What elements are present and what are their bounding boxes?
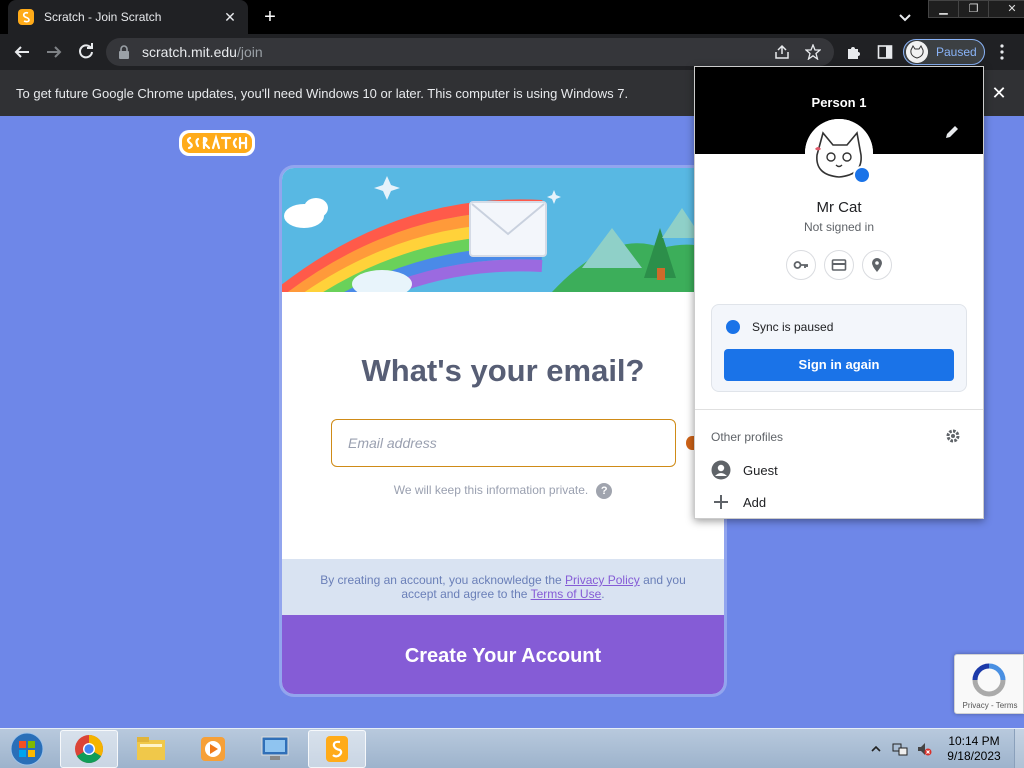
- remote-desktop-icon: [261, 736, 289, 760]
- recaptcha-badge[interactable]: Privacy - Terms: [954, 654, 1024, 714]
- start-button[interactable]: [4, 730, 50, 768]
- tab-close-icon[interactable]: ✕: [222, 9, 238, 25]
- network-icon[interactable]: [892, 741, 908, 757]
- taskbar-scratch-app[interactable]: [308, 730, 366, 768]
- terms-of-use-link[interactable]: Terms of Use: [531, 587, 602, 601]
- sync-paused-icon: [726, 320, 740, 334]
- restore-button[interactable]: ❐: [959, 1, 989, 18]
- scratch-logo[interactable]: [178, 128, 258, 158]
- tray-overflow-icon[interactable]: [868, 741, 884, 757]
- taskbar-remote-desktop[interactable]: [246, 730, 304, 768]
- forward-arrow-icon: [47, 46, 62, 58]
- profile-guest-label: Guest: [743, 462, 778, 478]
- passwords-key-icon[interactable]: [786, 250, 816, 280]
- windows-orb-icon: [10, 732, 44, 766]
- new-tab-button[interactable]: +: [258, 6, 282, 28]
- profile-guest-item[interactable]: Guest: [711, 458, 971, 482]
- volume-muted-icon[interactable]: [916, 741, 932, 757]
- browser-toolbar: scratch.mit.edu/join Paused: [0, 34, 1024, 70]
- taskbar-file-explorer[interactable]: [122, 730, 180, 768]
- reload-icon: [79, 43, 93, 59]
- addresses-location-icon[interactable]: [862, 250, 892, 280]
- help-question-icon[interactable]: ?: [596, 483, 613, 499]
- terms-notice: By creating an account, you acknowledge …: [282, 559, 724, 615]
- profile-add-label: Add: [743, 494, 767, 510]
- scratch-app-icon: [326, 736, 348, 762]
- plus-icon: [711, 492, 731, 512]
- recaptcha-footer[interactable]: Privacy - Terms: [955, 701, 1024, 710]
- sign-in-again-button[interactable]: Sign in again: [724, 349, 954, 381]
- rainbow-envelope-banner: [282, 168, 724, 357]
- tab-scratch-join[interactable]: Scratch - Join Scratch ✕: [8, 0, 248, 34]
- url-path: /join: [236, 44, 263, 60]
- forward-button[interactable]: [42, 40, 66, 64]
- reload-button[interactable]: [74, 40, 98, 64]
- infobar-message: To get future Google Chrome updates, you…: [16, 86, 629, 101]
- tab-strip: Scratch - Join Scratch ✕ + ▁ ❐ ✕: [0, 0, 1024, 34]
- taskbar-media-player[interactable]: [184, 730, 242, 768]
- email-step: What's your email? We will keep this inf…: [282, 297, 724, 559]
- join-card: What's your email? We will keep this inf…: [282, 168, 724, 694]
- share-icon[interactable]: [772, 42, 792, 62]
- profile-menu-divider: [695, 409, 983, 410]
- clock-time: 10:14 PM: [948, 734, 1000, 748]
- terms-suffix: .: [601, 587, 605, 601]
- taskbar-clock[interactable]: 10:14 PM 9/18/2023: [940, 734, 1008, 764]
- email-input[interactable]: [331, 419, 676, 467]
- file-explorer-icon: [137, 737, 165, 760]
- sync-paused-box: Sync is paused Sign in again: [711, 304, 967, 392]
- other-profiles-label: Other profiles: [711, 430, 784, 444]
- address-bar[interactable]: scratch.mit.edu/join: [106, 38, 834, 66]
- privacy-note: We will keep this information private.?: [282, 483, 724, 499]
- profile-menu-popup: Person 1 Mr Cat Not signed in Sync is pa…: [694, 66, 984, 519]
- manage-profiles-gear-icon[interactable]: [945, 428, 961, 444]
- minimize-button[interactable]: ▁: [929, 1, 959, 18]
- profile-title: Person 1: [811, 95, 867, 110]
- scratch-favicon-icon: [18, 9, 34, 25]
- media-player-icon: [201, 737, 225, 761]
- chrome-icon: [75, 735, 103, 763]
- person-circle-icon: [711, 460, 731, 480]
- show-desktop-button[interactable]: [1014, 729, 1024, 768]
- profile-signin-status: Not signed in: [803, 220, 875, 234]
- recaptcha-icon: [972, 663, 1006, 697]
- bookmark-star-icon[interactable]: [803, 42, 823, 62]
- payment-card-icon[interactable]: [824, 250, 854, 280]
- sync-status-text: Sync is paused: [752, 320, 834, 334]
- back-arrow-icon: [14, 46, 29, 58]
- profile-paused-label: Paused: [936, 45, 977, 59]
- tab-search-chevron-icon[interactable]: [896, 8, 914, 26]
- profile-user-name: Mr Cat: [816, 199, 862, 216]
- chrome-menu-icon[interactable]: [992, 42, 1012, 62]
- infobar-close-icon[interactable]: ✕: [990, 84, 1008, 102]
- edit-pencil-icon[interactable]: [943, 123, 961, 141]
- terms-prefix: By creating an account, you acknowledge …: [320, 573, 566, 587]
- create-account-button[interactable]: Create Your Account: [282, 615, 724, 694]
- profile-button[interactable]: Paused: [903, 39, 985, 65]
- profile-add-item[interactable]: Add: [711, 490, 971, 514]
- tab-title: Scratch - Join Scratch: [44, 10, 162, 24]
- profile-avatar: [906, 41, 928, 63]
- window-close-button[interactable]: ✕: [989, 1, 1024, 18]
- sync-badge-icon: [853, 166, 871, 184]
- extensions-puzzle-icon[interactable]: [843, 42, 863, 62]
- taskbar-chrome[interactable]: [60, 730, 118, 768]
- privacy-policy-link[interactable]: Privacy Policy: [565, 573, 640, 587]
- lock-icon: [119, 45, 129, 59]
- windows-taskbar: 10:14 PM 9/18/2023: [0, 728, 1024, 768]
- privacy-note-text: We will keep this information private.: [393, 483, 589, 498]
- side-panel-icon[interactable]: [875, 42, 895, 62]
- clock-date: 9/18/2023: [947, 749, 1001, 763]
- window-controls: ▁ ❐ ✕: [928, 0, 1024, 18]
- url-host: scratch.mit.edu: [142, 44, 237, 60]
- back-button[interactable]: [10, 40, 34, 64]
- email-heading: What's your email?: [361, 353, 645, 388]
